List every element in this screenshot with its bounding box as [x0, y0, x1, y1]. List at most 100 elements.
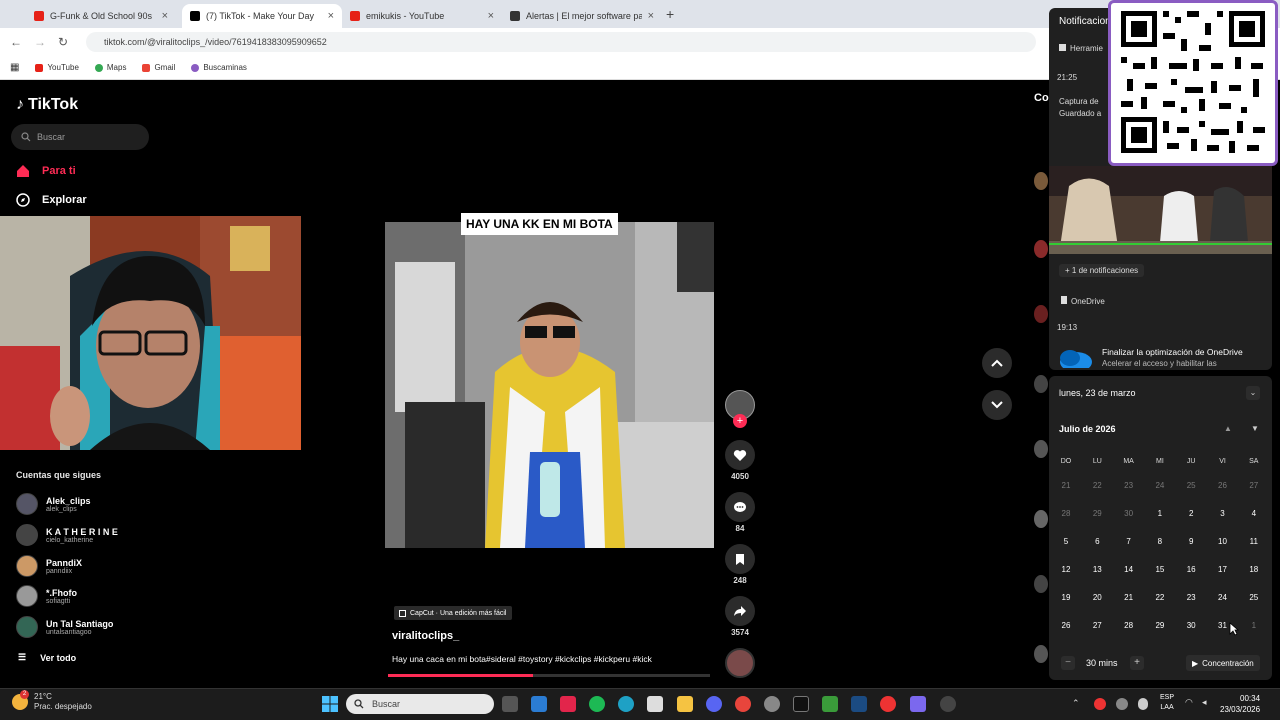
close-icon[interactable]: ×: [648, 10, 654, 22]
calendar-day[interactable]: 1: [1145, 509, 1175, 518]
like-button[interactable]: 4050: [725, 440, 755, 481]
new-tab-button[interactable]: +: [666, 6, 674, 22]
focus-start-button[interactable]: ▶ Concentración: [1186, 655, 1260, 671]
windows-start-icon[interactable]: [322, 696, 338, 712]
microphone-icon[interactable]: [1138, 698, 1148, 710]
calendar-day[interactable]: 9: [1176, 537, 1206, 546]
discord-icon[interactable]: [706, 696, 722, 712]
close-icon[interactable]: ×: [162, 10, 168, 22]
volume-icon[interactable]: ◂: [1202, 697, 1207, 708]
calendar-day[interactable]: 17: [1208, 565, 1238, 574]
steam-icon[interactable]: [851, 696, 867, 712]
calendar-day[interactable]: 27: [1082, 621, 1112, 630]
calendar-day[interactable]: 20: [1082, 593, 1112, 602]
following-account[interactable]: PanndiX panndiix: [16, 555, 82, 577]
taskbar-search[interactable]: Buscar: [346, 694, 494, 714]
tab-emikukis[interactable]: emikukis - YouTube ×: [342, 4, 502, 28]
calendar-day[interactable]: 13: [1082, 565, 1112, 574]
calendar-day[interactable]: 29: [1145, 621, 1175, 630]
next-month-button[interactable]: ▼: [1251, 424, 1259, 433]
bookmark-youtube[interactable]: YouTube: [35, 63, 79, 72]
calendar-day[interactable]: 23: [1114, 481, 1144, 490]
nav-for-you[interactable]: Para ti: [16, 164, 76, 178]
app-icon[interactable]: [940, 696, 956, 712]
spotify-icon[interactable]: [589, 696, 605, 712]
video-progress-bar[interactable]: [388, 674, 710, 677]
tab-youtube-music[interactable]: G-Funk & Old School 90s 🎙️ Sr ×: [26, 4, 176, 28]
tab-alertas[interactable]: Alertas | El mejor software para ×: [502, 4, 662, 28]
comment-button[interactable]: 84: [725, 492, 755, 533]
creator-avatar-button[interactable]: +: [725, 390, 755, 428]
calendar-day[interactable]: 26: [1051, 621, 1081, 630]
following-account[interactable]: Alek_clips alek_clips: [16, 493, 91, 515]
nav-explore[interactable]: Explorar: [16, 193, 87, 207]
teams-icon[interactable]: [910, 696, 926, 712]
calendar-day[interactable]: 28: [1114, 621, 1144, 630]
bookmark-maps[interactable]: Maps: [94, 63, 126, 72]
epic-games-icon[interactable]: [793, 696, 809, 712]
reload-icon[interactable]: ↻: [58, 35, 68, 49]
calendar-day[interactable]: 30: [1114, 509, 1144, 518]
following-account[interactable]: *.Fhofo sofiagtti: [16, 585, 77, 607]
calendar-day[interactable]: 24: [1208, 593, 1238, 602]
video-username[interactable]: viralitoclips_: [392, 630, 459, 642]
close-icon[interactable]: ×: [328, 10, 334, 22]
calendar-month[interactable]: Julio de 2026: [1059, 424, 1116, 434]
tray-icon[interactable]: [1094, 698, 1106, 710]
previous-video-button[interactable]: [982, 348, 1012, 378]
calendar-day[interactable]: 23: [1176, 593, 1206, 602]
calendar-day[interactable]: 2: [1176, 509, 1206, 518]
calendar-day[interactable]: 29: [1082, 509, 1112, 518]
music-disc[interactable]: [725, 648, 755, 678]
bookmark-buscaminas[interactable]: Buscaminas: [191, 63, 247, 72]
tiktok-app-icon[interactable]: [560, 696, 576, 712]
store-icon[interactable]: [531, 696, 547, 712]
close-icon[interactable]: ×: [488, 10, 494, 22]
calendar-day[interactable]: 10: [1208, 537, 1238, 546]
calendar-day[interactable]: 15: [1145, 565, 1175, 574]
share-button[interactable]: 3574: [725, 596, 755, 637]
more-notifications-button[interactable]: + 1 de notificaciones: [1059, 264, 1145, 277]
video-player[interactable]: [385, 222, 714, 548]
calendar-day[interactable]: 25: [1239, 593, 1269, 602]
calendar-day[interactable]: 24: [1145, 481, 1175, 490]
edge-icon[interactable]: [618, 696, 634, 712]
calendar-day[interactable]: 28: [1051, 509, 1081, 518]
calendar-day[interactable]: 27: [1239, 481, 1269, 490]
capcut-badge[interactable]: CapCut · Una edición más fácil: [394, 606, 512, 620]
task-view-icon[interactable]: [502, 696, 518, 712]
calendar-day[interactable]: 12: [1051, 565, 1081, 574]
save-button[interactable]: 248: [725, 544, 755, 585]
calendar-day[interactable]: 5: [1051, 537, 1081, 546]
calendar-day[interactable]: 19: [1051, 593, 1081, 602]
file-explorer-icon[interactable]: [677, 696, 693, 712]
chevron-up-icon[interactable]: ⌃: [1072, 698, 1080, 709]
calendar-day[interactable]: 22: [1082, 481, 1112, 490]
calendar-day[interactable]: 6: [1082, 537, 1112, 546]
search-input[interactable]: Buscar: [11, 124, 149, 150]
opera-icon[interactable]: [880, 696, 896, 712]
calendar-day[interactable]: 14: [1114, 565, 1144, 574]
obs-icon[interactable]: [764, 696, 780, 712]
following-account[interactable]: Un Tal Santiago untalsantiagoo: [16, 616, 113, 638]
calendar-day[interactable]: 21: [1114, 593, 1144, 602]
url-input[interactable]: tiktok.com/@viralitoclips_/video/7619418…: [86, 32, 1036, 52]
calendar-day[interactable]: 3: [1208, 509, 1238, 518]
taskbar-clock[interactable]: 00:34 23/03/2026: [1220, 693, 1260, 715]
calendar-day[interactable]: 11: [1239, 537, 1269, 546]
tray-icon[interactable]: [1116, 698, 1128, 710]
notification-screenshot-preview[interactable]: [1049, 166, 1272, 254]
calendar-day[interactable]: 1: [1239, 621, 1269, 630]
calendar-day[interactable]: 18: [1239, 565, 1269, 574]
next-video-button[interactable]: [982, 390, 1012, 420]
chrome-icon[interactable]: [735, 696, 751, 712]
calendar-day[interactable]: 21: [1051, 481, 1081, 490]
weather-widget[interactable]: 2 21°C Prac. despejado: [12, 690, 92, 712]
calendar-day[interactable]: 25: [1176, 481, 1206, 490]
forward-icon[interactable]: →: [34, 35, 46, 49]
following-account[interactable]: K A T H E R I N Ecielo_katherine: [16, 524, 118, 546]
see-all-link[interactable]: ☰ Ver todo: [18, 652, 76, 663]
wifi-icon[interactable]: ◠: [1185, 697, 1193, 708]
follow-plus-icon[interactable]: +: [733, 414, 747, 428]
calendar-day[interactable]: 22: [1145, 593, 1175, 602]
